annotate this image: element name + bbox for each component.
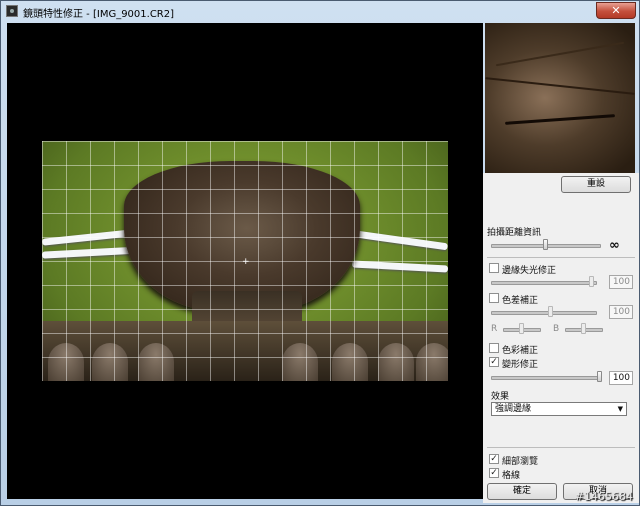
chromatic-slider[interactable] — [548, 306, 554, 317]
chromatic-label: 色差補正 — [502, 296, 539, 306]
detail-view-checkbox[interactable]: ✓ — [489, 454, 499, 464]
preview-image: + — [42, 141, 448, 381]
distortion-checkbox[interactable]: ✓ — [489, 357, 499, 367]
infinity-icon: ∞ — [609, 238, 620, 253]
detail-view-label: 細部瀏覽 — [502, 457, 539, 467]
effect-selected-value: 強調邊緣 — [495, 404, 532, 414]
app-icon — [6, 5, 18, 17]
peripheral-checkbox[interactable] — [489, 263, 499, 273]
reset-button[interactable]: 重設 — [561, 176, 631, 193]
r-slider[interactable] — [519, 323, 524, 334]
close-button[interactable]: ✕ — [596, 2, 636, 19]
color-blur-checkbox[interactable] — [489, 343, 499, 353]
peripheral-slider[interactable] — [588, 276, 594, 287]
window-title: 鏡頭特性修正 - [IMG_9001.CR2] — [23, 9, 175, 20]
shooting-distance-label: 拍攝距離資訊 — [487, 228, 542, 238]
shooting-distance-slider[interactable] — [543, 239, 548, 250]
grid-label: 格線 — [502, 471, 521, 481]
title-bar: 鏡頭特性修正 - [IMG_9001.CR2] ✕ — [1, 1, 639, 23]
preview-area[interactable]: + — [7, 23, 483, 499]
watermark: #1465684 — [574, 490, 633, 503]
chromatic-value[interactable]: 100 — [609, 305, 633, 319]
chevron-down-icon: ▼ — [617, 405, 623, 413]
chromatic-checkbox[interactable] — [489, 293, 499, 303]
grid-checkbox[interactable]: ✓ — [489, 468, 499, 478]
lens-correction-window: 鏡頭特性修正 - [IMG_9001.CR2] ✕ + 重設 拍攝距離資訊 ∞ … — [0, 0, 640, 506]
distortion-value[interactable]: 100 — [609, 371, 633, 385]
peripheral-value[interactable]: 100 — [609, 275, 633, 289]
peripheral-label: 邊緣失光修正 — [502, 266, 557, 276]
r-label: R — [491, 324, 498, 334]
color-blur-label: 色彩補正 — [502, 346, 539, 356]
settings-panel: 重設 拍攝距離資訊 ∞ 邊緣失光修正 100 色差補正 100 R B 色彩補正… — [483, 173, 639, 503]
b-label: B — [553, 324, 560, 334]
crosshair-icon: + — [242, 257, 250, 267]
b-slider[interactable] — [581, 323, 586, 334]
detail-view-thumbnail[interactable] — [485, 23, 635, 173]
effect-label: 效果 — [491, 392, 510, 402]
effect-select[interactable]: 強調邊緣 ▼ — [491, 402, 627, 416]
ok-button[interactable]: 確定 — [487, 483, 557, 500]
distortion-slider[interactable] — [597, 371, 602, 382]
distortion-label: 變形修正 — [502, 360, 539, 370]
